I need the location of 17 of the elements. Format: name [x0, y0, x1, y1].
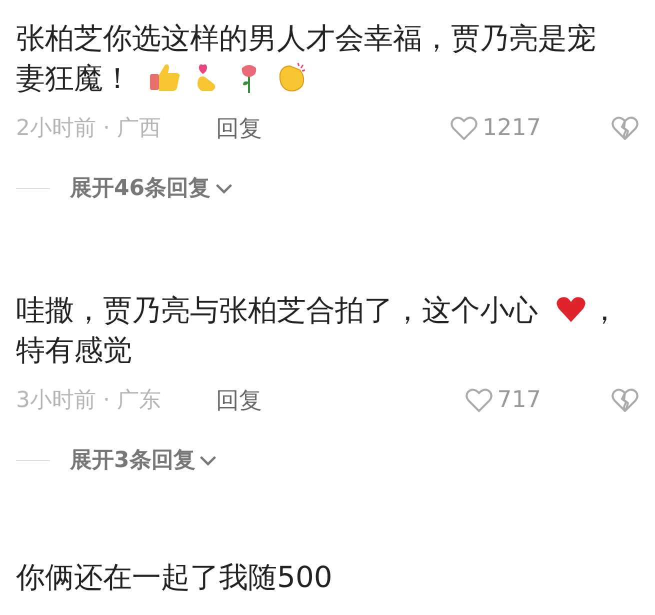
- heart-outline-icon: [465, 387, 494, 413]
- comment-time-location: 2小时前 · 广西: [16, 115, 162, 143]
- comment-text: 张柏芝你选这样的男人才会幸福，贾乃亮是宠妻狂魔！: [16, 20, 597, 97]
- like-button[interactable]: 1217: [450, 115, 541, 141]
- chevron-down-icon: [214, 182, 233, 194]
- reply-button[interactable]: 回复: [216, 112, 262, 144]
- reply-button[interactable]: 回复: [216, 384, 262, 416]
- comment-time-location: 3小时前 · 广东: [16, 387, 162, 415]
- like-button[interactable]: 717: [465, 387, 541, 413]
- broken-heart-icon[interactable]: [611, 387, 639, 413]
- comment-text: 哇撒，贾乃亮与张柏芝合拍了，这个小心 ，特有感觉: [16, 291, 620, 369]
- chevron-down-icon: [199, 454, 218, 466]
- comment-text: 你俩还在一起了我随500: [16, 559, 334, 596]
- heart-outline-icon: [450, 115, 478, 141]
- expand-replies-button[interactable]: 展开3条回复: [70, 445, 218, 475]
- broken-heart-icon[interactable]: [611, 115, 639, 141]
- expand-replies-button[interactable]: 展开46条回复: [70, 173, 233, 203]
